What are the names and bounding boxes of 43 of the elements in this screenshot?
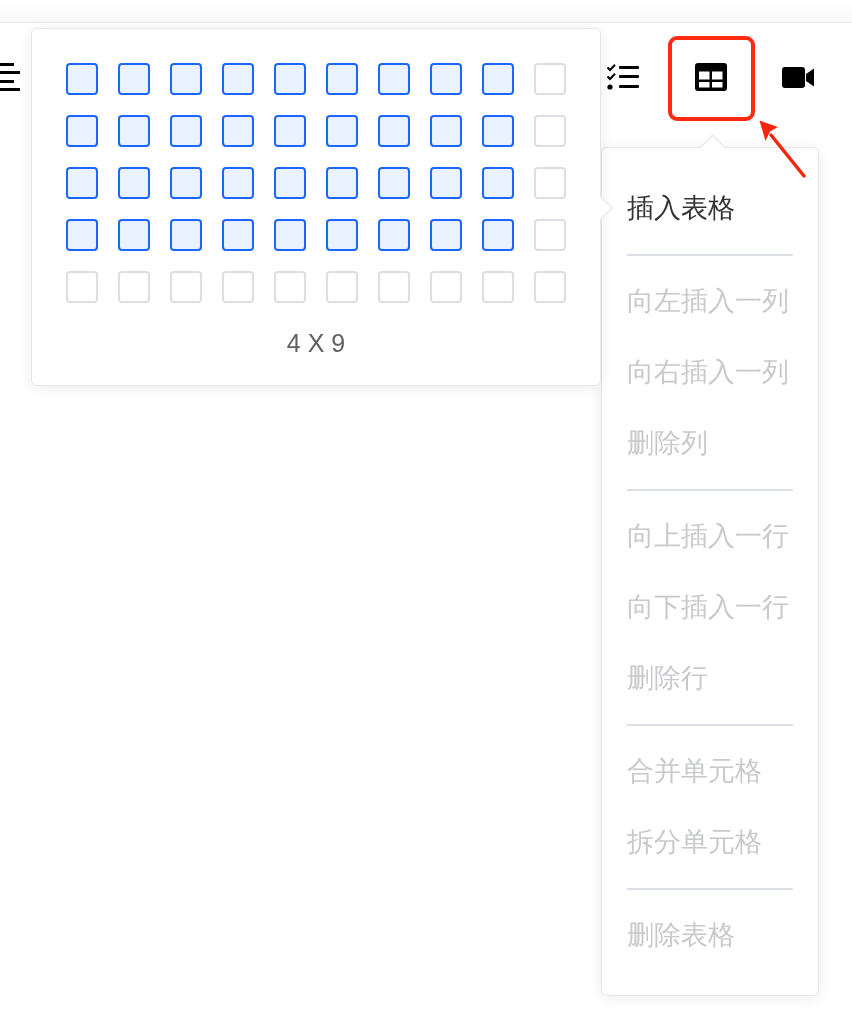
- grid-cell[interactable]: [430, 219, 462, 251]
- annotation-arrow: [759, 120, 806, 178]
- grid-cell[interactable]: [482, 219, 514, 251]
- grid-cell[interactable]: [430, 167, 462, 199]
- grid-cell[interactable]: [274, 167, 306, 199]
- grid-cell[interactable]: [66, 167, 98, 199]
- grid-cell[interactable]: [170, 63, 202, 95]
- grid-cell[interactable]: [222, 63, 254, 95]
- grid-cell[interactable]: [222, 167, 254, 199]
- grid-cell[interactable]: [170, 167, 202, 199]
- grid-cell[interactable]: [274, 115, 306, 147]
- grid-cell[interactable]: [378, 167, 410, 199]
- video-camera-icon[interactable]: [782, 66, 814, 88]
- grid-cell[interactable]: [170, 219, 202, 251]
- table-size-label: 4 X 9: [285, 328, 347, 359]
- grid-cell[interactable]: [118, 167, 150, 199]
- grid-cell[interactable]: [326, 115, 358, 147]
- grid-cell[interactable]: [482, 115, 514, 147]
- grid-cell[interactable]: [118, 219, 150, 251]
- grid-cell[interactable]: [66, 63, 98, 95]
- grid-cell[interactable]: [274, 63, 306, 95]
- grid-cell[interactable]: [378, 219, 410, 251]
- grid-cell[interactable]: [326, 167, 358, 199]
- grid-cell[interactable]: [326, 63, 358, 95]
- table-icon[interactable]: [695, 63, 727, 91]
- grid-cell[interactable]: [274, 219, 306, 251]
- checklist-icon[interactable]: [607, 64, 639, 90]
- grid-cell[interactable]: [482, 63, 514, 95]
- grid-cell[interactable]: [222, 115, 254, 147]
- grid-cell[interactable]: [170, 115, 202, 147]
- grid-cell[interactable]: [326, 219, 358, 251]
- grid-cell[interactable]: [118, 63, 150, 95]
- grid-cell[interactable]: [222, 219, 254, 251]
- text-align-icon[interactable]: [0, 63, 20, 91]
- grid-cell[interactable]: [482, 167, 514, 199]
- grid-cell[interactable]: [430, 63, 462, 95]
- grid-cell[interactable]: [66, 115, 98, 147]
- grid-cell[interactable]: [430, 115, 462, 147]
- menu-item[interactable]: 插入表格: [627, 173, 793, 244]
- grid-cell[interactable]: [378, 63, 410, 95]
- grid-cell[interactable]: [66, 219, 98, 251]
- grid-cell[interactable]: [378, 115, 410, 147]
- grid-cell[interactable]: [118, 115, 150, 147]
